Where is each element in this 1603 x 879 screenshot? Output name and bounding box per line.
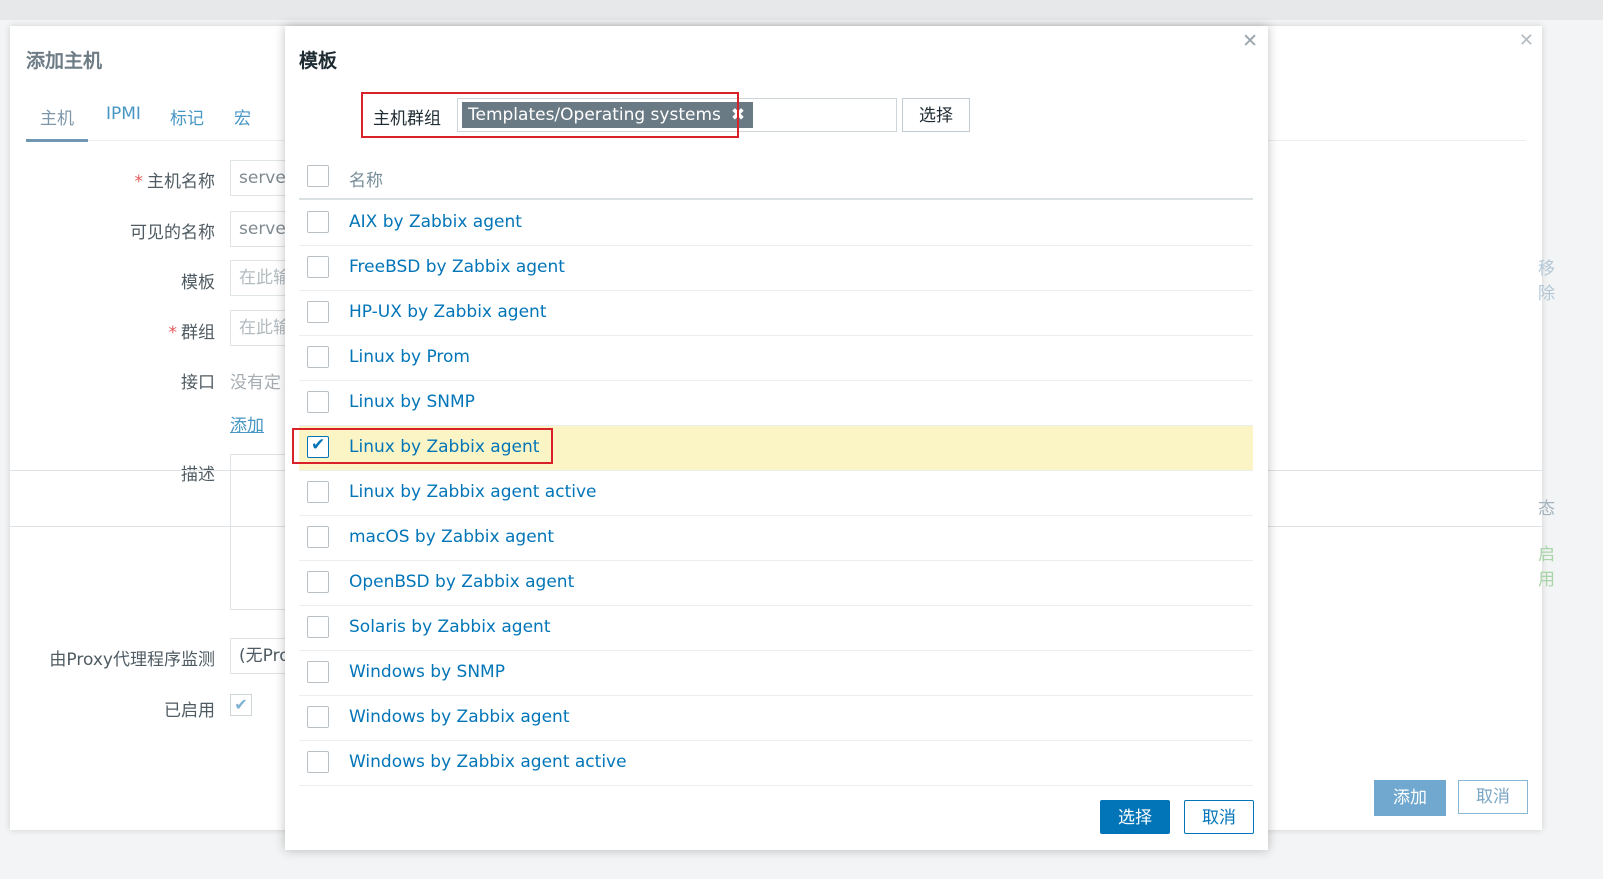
host-name-label: * 主机名称 <box>134 172 216 192</box>
top-strip <box>0 0 1603 20</box>
add-interface-link[interactable]: 添加 <box>230 411 264 436</box>
tab-ipmi[interactable]: IPMI <box>92 104 155 134</box>
tab-macros[interactable]: 宏 <box>220 104 265 139</box>
row-checkbox[interactable] <box>307 481 329 503</box>
status-header-partial: 态 <box>1538 499 1555 519</box>
remove-link-partial[interactable]: 移除 <box>1538 254 1555 304</box>
template-name-link[interactable]: Windows by Zabbix agent active <box>349 752 627 772</box>
table-row[interactable]: Solaris by Zabbix agent <box>299 606 1253 651</box>
template-name-link[interactable]: Windows by Zabbix agent <box>349 707 570 727</box>
template-name-link[interactable]: Windows by SNMP <box>349 662 505 682</box>
table-row[interactable]: Windows by SNMP <box>299 651 1253 696</box>
name-column-header: 名称 <box>349 171 383 191</box>
table-row[interactable]: HP-UX by Zabbix agent <box>299 291 1253 336</box>
groups-label: * 群组 <box>168 323 216 343</box>
row-checkbox[interactable] <box>307 706 329 728</box>
enabled-status-partial[interactable]: 启用 <box>1538 540 1555 590</box>
row-checkbox[interactable] <box>307 391 329 413</box>
select-host-group-button[interactable]: 选择 <box>902 98 970 132</box>
row-checkbox[interactable] <box>307 751 329 773</box>
template-name-link[interactable]: AIX by Zabbix agent <box>349 212 522 232</box>
template-name-link[interactable]: HP-UX by Zabbix agent <box>349 302 546 322</box>
description-textarea[interactable] <box>230 454 292 610</box>
interfaces-text: 没有定 <box>230 373 281 393</box>
table-row[interactable]: FreeBSD by Zabbix agent <box>299 246 1253 291</box>
row-checkbox[interactable] <box>307 616 329 638</box>
template-name-link[interactable]: Linux by SNMP <box>349 392 475 412</box>
row-checkbox[interactable] <box>307 211 329 233</box>
table-row[interactable]: AIX by Zabbix agent <box>299 201 1253 246</box>
enabled-checkbox[interactable]: ✔ <box>230 694 252 716</box>
tab-host[interactable]: 主机 <box>26 104 88 142</box>
select-button[interactable]: 选择 <box>1100 800 1170 834</box>
proxy-label: 由Proxy代理程序监测 <box>49 650 215 670</box>
visible-name-label: 可见的名称 <box>130 223 215 243</box>
table-row[interactable]: Windows by Zabbix agent <box>299 696 1253 741</box>
template-name-link[interactable]: FreeBSD by Zabbix agent <box>349 257 565 277</box>
templates-label: 模板 <box>181 273 215 293</box>
template-name-link[interactable]: OpenBSD by Zabbix agent <box>349 572 574 592</box>
tab-tags[interactable]: 标记 <box>156 104 218 139</box>
row-checkbox[interactable] <box>307 526 329 548</box>
templates-dialog: 模板 ✕ 主机群组 Templates/Operating systems ✖ 选… <box>285 26 1268 850</box>
close-icon[interactable]: ✕ <box>1519 30 1534 51</box>
select-all-checkbox[interactable] <box>307 165 329 187</box>
dialog-title: 添加主机 <box>26 50 103 72</box>
cancel-button[interactable]: 取消 <box>1458 780 1528 814</box>
annotation-box <box>292 428 553 464</box>
check-icon: ✔ <box>234 695 248 714</box>
table-header: 名称 <box>299 158 1253 200</box>
table-row[interactable]: macOS by Zabbix agent <box>299 516 1253 561</box>
description-label: 描述 <box>181 465 215 485</box>
annotation-box <box>361 92 739 138</box>
row-checkbox[interactable] <box>307 661 329 683</box>
row-checkbox[interactable] <box>307 301 329 323</box>
interfaces-label: 接口 <box>181 373 215 393</box>
table-row[interactable]: Linux by Prom <box>299 336 1253 381</box>
row-checkbox[interactable] <box>307 256 329 278</box>
enabled-label: 已启用 <box>164 701 215 721</box>
row-checkbox[interactable] <box>307 346 329 368</box>
add-button[interactable]: 添加 <box>1374 780 1446 816</box>
template-name-link[interactable]: Solaris by Zabbix agent <box>349 617 551 637</box>
close-icon[interactable]: ✕ <box>1242 30 1258 52</box>
table-row[interactable]: Linux by Zabbix agent active <box>299 471 1253 516</box>
template-name-link[interactable]: Linux by Zabbix agent active <box>349 482 596 502</box>
table-row[interactable]: OpenBSD by Zabbix agent <box>299 561 1253 606</box>
table-row[interactable]: Windows by Zabbix agent active <box>299 741 1253 786</box>
dialog-title: 模板 <box>299 50 338 72</box>
cancel-button[interactable]: 取消 <box>1184 800 1254 834</box>
row-checkbox[interactable] <box>307 571 329 593</box>
table-row[interactable]: Linux by SNMP <box>299 381 1253 426</box>
template-name-link[interactable]: Linux by Prom <box>349 347 470 367</box>
template-name-link[interactable]: macOS by Zabbix agent <box>349 527 554 547</box>
